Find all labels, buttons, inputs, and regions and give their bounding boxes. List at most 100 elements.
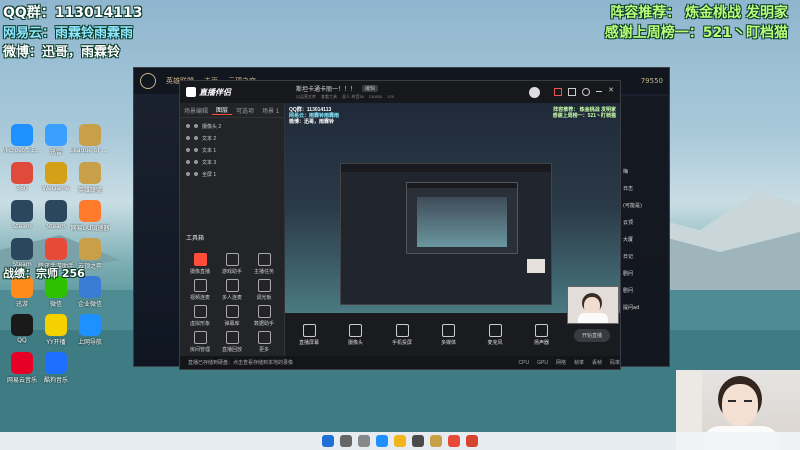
eye-icon[interactable] — [186, 136, 190, 140]
app-icon — [11, 314, 33, 336]
desktop-icon[interactable]: 英雄联盟 — [70, 162, 110, 194]
toolbox-item[interactable]: 主播任务 — [248, 253, 280, 275]
layer-label: 文本 2 — [202, 135, 217, 142]
source-button[interactable]: 多媒体 — [435, 324, 463, 346]
source-icon — [442, 324, 455, 337]
app-icon — [11, 352, 33, 374]
tool-icon — [225, 331, 239, 344]
app-icon — [79, 124, 101, 146]
desktop-icon[interactable]: League of Legends — [70, 124, 110, 154]
tool-label: 数据助手 — [253, 321, 274, 327]
tool-label: 游戏助手 — [221, 269, 242, 275]
tab-scene-1[interactable]: 场景 1 — [258, 106, 283, 115]
close-icon[interactable]: ✕ — [608, 87, 614, 96]
layer-row[interactable]: 全屏 1 — [180, 168, 284, 180]
lock-icon[interactable] — [194, 124, 198, 128]
chat-line: 大厦 — [623, 237, 634, 243]
stream-app-window[interactable]: 直播伴侣 斯坦卡通卡丽一！！！ 编辑 以运营文库 查看工具 双人-茶音36 21053… — [179, 80, 621, 370]
tool-icon — [193, 331, 207, 344]
stream-preview[interactable]: QQ群：113014113 网易云：雨霖铃雨霖雨 微博：迅哥，雨霖铃 阵容推荐：… — [285, 103, 620, 313]
subtitle-item: 以运营文库 — [296, 94, 316, 99]
toolbox-item[interactable]: 游戏助手 — [216, 253, 248, 275]
source-label: 麦克风 — [487, 340, 503, 346]
stream-title[interactable]: 斯坦卡通卡丽一！！！ — [296, 84, 356, 93]
toolbox-item[interactable]: 数据助手 — [248, 305, 280, 327]
tab-layers[interactable]: 图层 — [212, 105, 233, 115]
tool-icon — [257, 253, 271, 266]
lock-icon[interactable] — [194, 172, 198, 176]
source-button[interactable]: 手机投屏 — [388, 324, 416, 346]
lol-icon[interactable] — [430, 435, 442, 447]
toolbox-grid: 摄像直播 游戏助手 主播任务视频连麦 多人连麦 调光板虚拟形象 弹幕库 数据助手房间管理 直播… — [184, 253, 280, 353]
game-icon[interactable] — [466, 435, 478, 447]
lol-logo-icon[interactable] — [140, 73, 156, 89]
source-icon — [488, 324, 502, 337]
status-metric: CPU — [518, 359, 530, 366]
eye-icon[interactable] — [186, 172, 190, 176]
desktop-icon-label: 上网导航 — [77, 339, 102, 346]
client-chat-column: 梅日志 (可能是) 云顶 大厦 日记 剧问 剧问 提问ad — [620, 96, 668, 366]
layer-label: 摄像头 2 — [202, 123, 222, 130]
overlay-rank: 战绩：宗师 256 — [3, 267, 85, 280]
settings-icon[interactable] — [582, 88, 591, 96]
start-live-button[interactable]: 开始直播 — [574, 328, 610, 342]
tab-options[interactable]: 可选项 — [232, 106, 258, 115]
source-button[interactable]: 直播屏幕 — [295, 324, 323, 346]
layer-row[interactable]: 文本 1 — [180, 144, 284, 156]
toolbox-item[interactable]: 直播回放 — [216, 331, 248, 353]
explorer-icon[interactable] — [394, 435, 406, 447]
source-button[interactable]: 摄像头 — [342, 324, 370, 346]
status-message: 直播已存储到硬盘：点击查看存储到本地的录像 — [188, 360, 294, 366]
eye-icon[interactable] — [186, 160, 190, 164]
search-icon[interactable] — [340, 435, 352, 447]
desktop-icon[interactable]: 网易UU加速器 — [70, 200, 110, 232]
source-button[interactable]: 扬声器 — [528, 324, 556, 346]
tab-scene-edit[interactable]: 场景编辑 — [180, 106, 212, 115]
stream-app-icon[interactable] — [448, 435, 460, 447]
windows-start-icon[interactable] — [322, 435, 334, 447]
subtitle-item: 双人-茶音36 — [342, 94, 364, 99]
edge-icon[interactable] — [376, 435, 388, 447]
source-button[interactable]: 麦克风 — [481, 324, 509, 346]
toolbox-item[interactable]: 多人连麦 — [216, 279, 248, 301]
app-icon — [45, 314, 67, 336]
layer-row[interactable]: 摄像头 2 — [180, 120, 284, 132]
minimize-icon[interactable] — [596, 91, 603, 92]
status-metric: GPU — [537, 359, 548, 366]
tool-icon — [257, 331, 271, 344]
app-icon — [79, 238, 101, 260]
source-label: 扬声器 — [533, 340, 549, 346]
desktop-icon-label: 网易UU加速器 — [70, 225, 110, 232]
tool-label: 更多 — [258, 347, 269, 353]
lock-icon[interactable] — [194, 160, 198, 164]
toolbox-item[interactable]: 房间管理 — [184, 331, 216, 353]
store-icon[interactable] — [412, 435, 424, 447]
avatar[interactable] — [529, 86, 541, 98]
eye-icon[interactable] — [186, 124, 190, 128]
tool-icon — [257, 305, 271, 318]
toolbox-item[interactable]: 调光板 — [248, 279, 280, 301]
eye-icon[interactable] — [186, 148, 190, 152]
desktop-icon[interactable]: 上网导航 — [70, 314, 110, 346]
toolbox-item[interactable]: 虚拟形象 — [184, 305, 216, 327]
overlay-qq-group: QQ群：113014113 — [3, 5, 143, 21]
toolbox-item[interactable]: 更多 — [248, 331, 280, 353]
stream-title-tag[interactable]: 编辑 — [362, 85, 379, 92]
stream-status-bar: 直播已存储到硬盘：点击查看存储到本地的录像 CPU GPU 网络 帧率 丢帧 码率 — [180, 356, 620, 369]
task-view-icon[interactable] — [358, 435, 370, 447]
layer-row[interactable]: 文本 2 — [180, 132, 284, 144]
app-icon — [11, 162, 33, 184]
desktop-icon[interactable]: 酷狗音乐 — [36, 352, 76, 384]
desktop-icon-label: 酷狗音乐 — [43, 377, 68, 384]
toolbox-item[interactable]: 弹幕库 — [216, 305, 248, 327]
share-icon[interactable] — [568, 88, 577, 96]
lock-icon[interactable] — [194, 136, 198, 140]
lock-icon[interactable] — [194, 148, 198, 152]
toolbox-item[interactable]: 摄像直播 — [184, 253, 216, 275]
status-metric: 丢帧 — [591, 360, 602, 366]
layer-label: 全屏 1 — [202, 171, 217, 178]
subtitle-item: 查看工具 — [321, 94, 337, 99]
toolbox-item[interactable]: 视频连麦 — [184, 279, 216, 301]
layer-row[interactable]: 文本 3 — [180, 156, 284, 168]
gift-icon[interactable] — [554, 88, 563, 96]
